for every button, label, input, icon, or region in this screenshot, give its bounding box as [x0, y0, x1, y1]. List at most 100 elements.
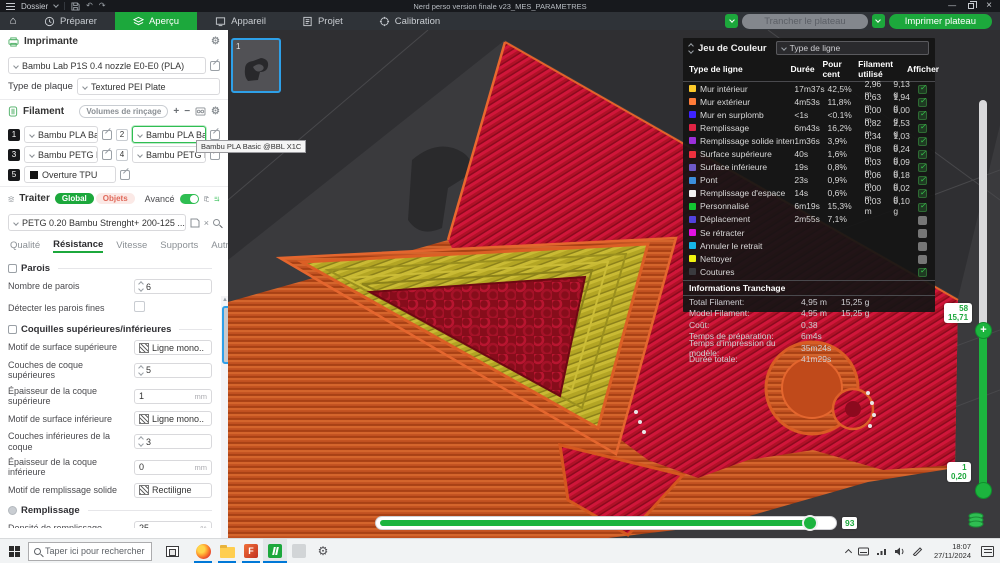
layer-slider-range[interactable]: [979, 330, 987, 490]
filament-1-select[interactable]: Bambu PLA Basic: [24, 126, 98, 143]
undo-icon[interactable]: ↶: [86, 2, 93, 10]
home-tab[interactable]: ⌂: [0, 15, 26, 27]
visibility-checkbox[interactable]: [917, 137, 927, 147]
visibility-checkbox[interactable]: [917, 150, 927, 160]
tab-qualite[interactable]: Qualité: [10, 240, 40, 251]
filament-3-select[interactable]: Bambu PETG HF: [24, 146, 98, 163]
minimize-button[interactable]: —: [948, 2, 956, 10]
view-mode-select[interactable]: Type de ligne: [775, 41, 929, 55]
filament-5-edit-icon[interactable]: [120, 169, 130, 180]
visibility-checkbox[interactable]: [917, 215, 927, 225]
visibility-checkbox[interactable]: [917, 202, 927, 212]
advanced-toggle[interactable]: [179, 193, 199, 204]
filament-5-select[interactable]: Overture TPU: [24, 166, 116, 183]
solid-infill-pattern-select[interactable]: Rectiligne: [134, 482, 212, 498]
visibility-checkbox[interactable]: [917, 241, 927, 251]
taskbar-clock[interactable]: 18:07 27/11/2024: [930, 542, 971, 561]
top-surface-pattern-select[interactable]: Ligne mono..: [134, 340, 212, 355]
process-preset-select[interactable]: PETG 0.20 Bambu Strenght+ 200-125 ...: [8, 214, 186, 231]
plate-type-select[interactable]: Textured PEI Plate: [76, 78, 220, 95]
slice-dropdown-button[interactable]: [725, 14, 739, 28]
bottom-shell-thickness-input[interactable]: 0 mm: [134, 459, 212, 475]
process-global-toggle[interactable]: Global: [54, 193, 94, 204]
print-plate-button[interactable]: Imprimer plateau: [888, 13, 992, 29]
tab-calibration[interactable]: Calibration: [361, 12, 458, 30]
tab-vitesse[interactable]: Vitesse: [116, 240, 147, 251]
infill-density-input[interactable]: 25%: [134, 520, 212, 528]
printer-settings-gear-icon[interactable]: ⚙: [211, 36, 220, 47]
tray-expand-icon[interactable]: [844, 548, 853, 556]
settings-scrollbar[interactable]: ▲ ▼: [221, 296, 228, 538]
filament-settings-gear-icon[interactable]: ⚙: [211, 106, 220, 117]
visibility-checkbox[interactable]: [917, 97, 927, 107]
visibility-checkbox[interactable]: [917, 176, 927, 186]
top-shell-thickness-input[interactable]: 1 mm: [134, 388, 212, 404]
taskbar-app-explorer[interactable]: [215, 539, 239, 563]
remove-filament-icon[interactable]: −: [184, 106, 190, 117]
restore-button[interactable]: [968, 1, 978, 9]
filament-1-edit-icon[interactable]: [102, 129, 112, 140]
visibility-checkbox[interactable]: [917, 110, 927, 120]
tab-preparer[interactable]: Préparer: [26, 12, 115, 30]
taskbar-app-red[interactable]: F: [239, 539, 263, 563]
tab-supports[interactable]: Supports: [160, 240, 198, 251]
hamburger-icon[interactable]: [6, 2, 15, 10]
tab-resistance[interactable]: Résistance: [53, 239, 104, 253]
search-settings-icon[interactable]: [213, 219, 220, 226]
thin-walls-checkbox[interactable]: [134, 301, 145, 312]
layers-stack-icon[interactable]: [966, 511, 986, 529]
taskbar-app-firefox[interactable]: [191, 539, 215, 563]
tab-appareil[interactable]: Appareil: [197, 12, 284, 30]
move-slider-handle[interactable]: [802, 515, 818, 531]
printer-select[interactable]: Bambu Lab P1S 0.4 nozzle E0-E0 (PLA): [8, 57, 206, 74]
volume-tray-icon[interactable]: [894, 547, 905, 556]
visibility-checkbox[interactable]: [917, 267, 927, 277]
tab-apercu[interactable]: Aperçu: [114, 12, 198, 30]
layer-slider-top-handle[interactable]: +: [975, 322, 992, 339]
save-preset-icon[interactable]: [190, 218, 200, 228]
visibility-checkbox[interactable]: [917, 254, 927, 264]
file-menu[interactable]: Dossier: [21, 2, 48, 11]
bottom-surface-pattern-select[interactable]: Ligne mono..: [134, 411, 212, 427]
print-dropdown-button[interactable]: [871, 14, 885, 28]
view-all-settings-icon[interactable]: [214, 194, 220, 204]
filament-3-edit-icon[interactable]: [102, 149, 112, 160]
viewport-3d[interactable]: 1 Jeu de Couleur Type de ligne Type de l…: [228, 30, 1000, 538]
close-button[interactable]: ×: [986, 1, 992, 11]
collapse-icon[interactable]: [688, 42, 694, 54]
ams-icon[interactable]: [195, 107, 206, 116]
top-shell-layers-stepper[interactable]: 5: [134, 362, 212, 378]
visibility-checkbox[interactable]: [917, 84, 927, 94]
filament-2-edit-icon[interactable]: [210, 129, 220, 140]
network-tray-icon[interactable]: [876, 547, 887, 556]
visibility-checkbox[interactable]: [917, 189, 927, 199]
filament-2-select[interactable]: Bambu PLA Basic: [132, 126, 206, 143]
visibility-checkbox[interactable]: [917, 228, 927, 238]
visibility-checkbox[interactable]: [917, 123, 927, 133]
delete-preset-icon[interactable]: ×: [204, 218, 209, 228]
wall-count-stepper[interactable]: 6: [134, 279, 212, 294]
save-icon[interactable]: [71, 1, 80, 11]
start-button[interactable]: [0, 545, 28, 557]
task-view-icon[interactable]: [166, 545, 179, 557]
tab-projet[interactable]: Projet: [284, 12, 361, 30]
pen-tray-icon[interactable]: [912, 546, 923, 556]
add-filament-icon[interactable]: +: [173, 106, 179, 117]
slice-plate-button[interactable]: Trancher le plateau: [742, 13, 868, 29]
keyboard-tray-icon[interactable]: [858, 547, 870, 556]
redo-icon[interactable]: ↷: [99, 2, 106, 10]
process-objects-toggle[interactable]: Objets: [95, 193, 135, 204]
taskbar-app-bambu-studio[interactable]: [263, 539, 287, 563]
move-slider-track[interactable]: [375, 515, 837, 531]
bottom-shell-layers-stepper[interactable]: 3: [134, 434, 212, 450]
layer-slider-bottom-handle[interactable]: [975, 482, 992, 499]
flush-volumes-button[interactable]: Volumes de rinçage: [79, 105, 169, 118]
tab-autre[interactable]: Autre: [211, 240, 228, 251]
taskbar-settings[interactable]: ⚙: [311, 539, 335, 563]
printer-edit-icon[interactable]: [210, 60, 220, 71]
taskbar-app-gray[interactable]: [287, 539, 311, 563]
filament-4-select[interactable]: Bambu PETG HF: [132, 146, 206, 163]
plate-thumbnail[interactable]: 1: [231, 38, 281, 93]
notification-center-icon[interactable]: [981, 545, 994, 557]
taskbar-search-input[interactable]: Taper ici pour rechercher: [28, 541, 152, 561]
